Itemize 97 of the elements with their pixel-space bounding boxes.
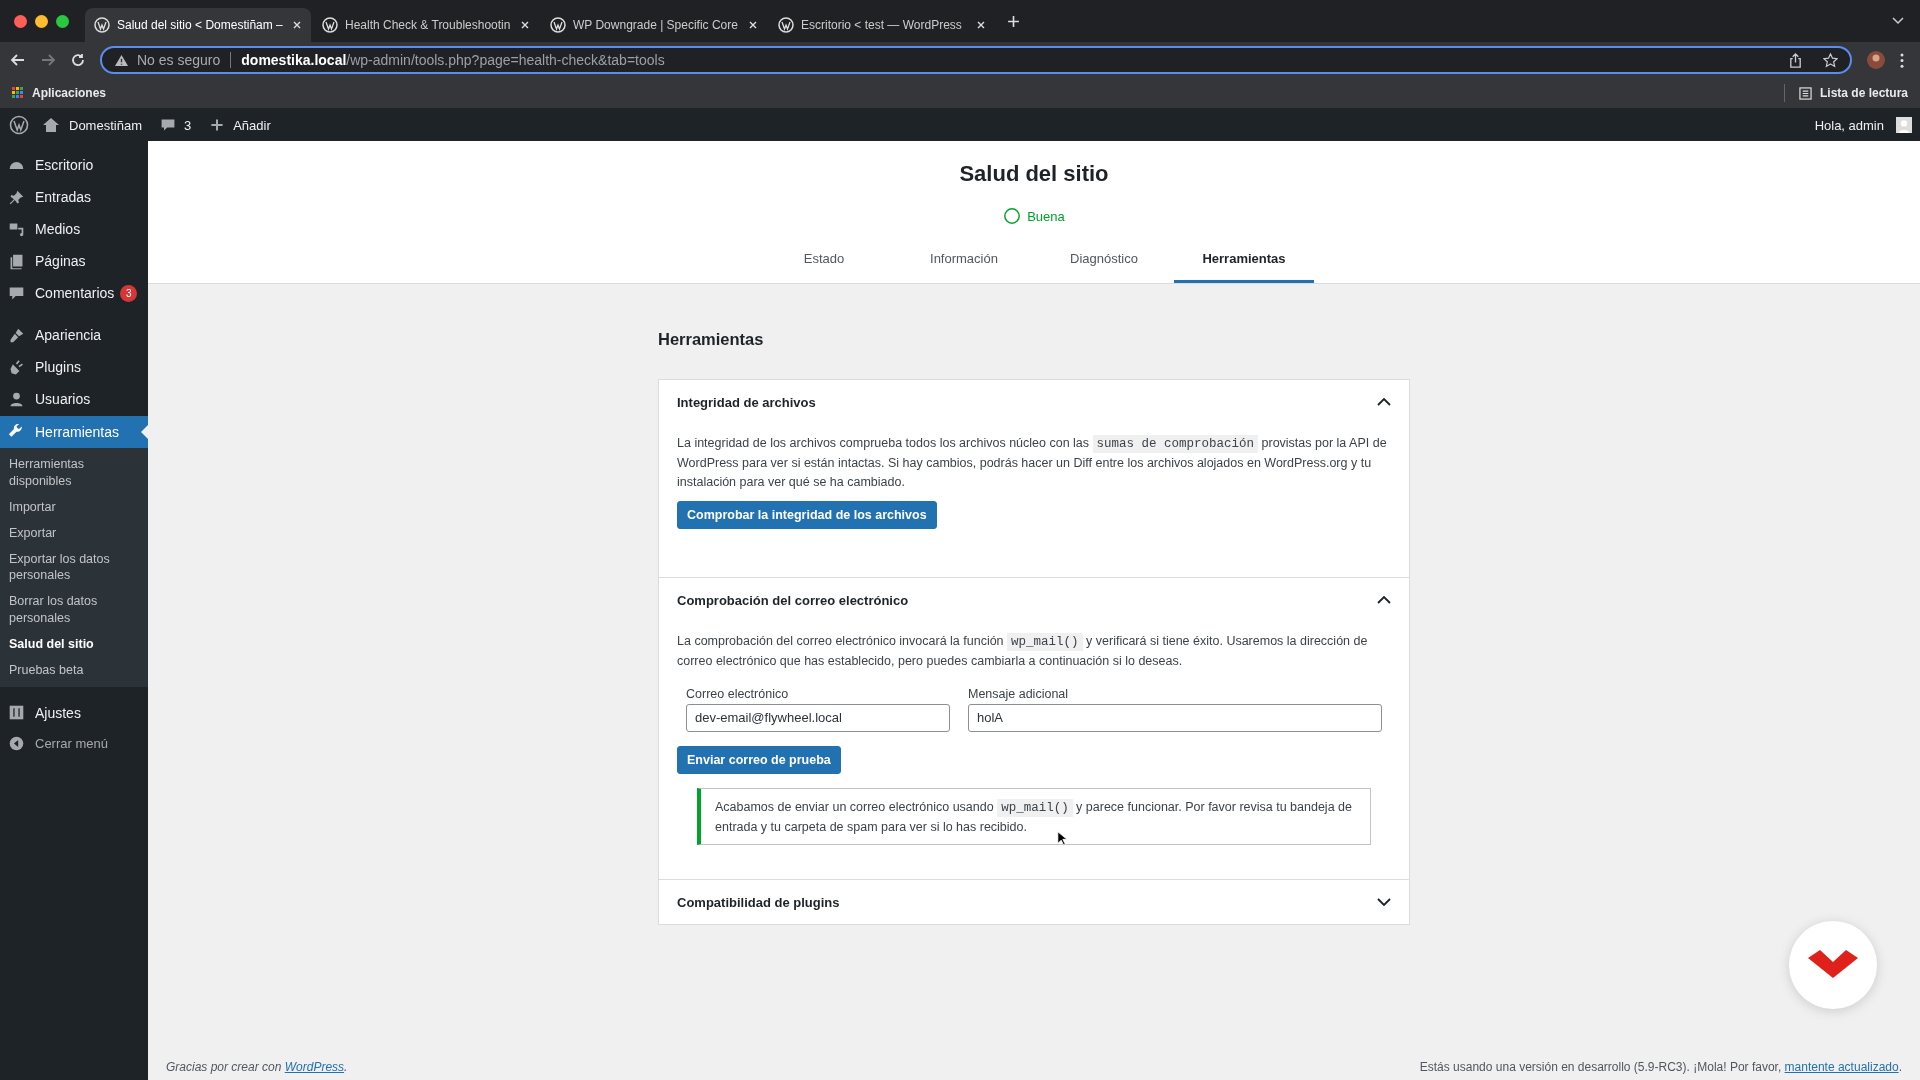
wordpress-logo-icon [778,17,794,33]
menu-item[interactable]: Comentarios 3 [0,277,148,309]
close-icon[interactable] [520,20,530,30]
input-field[interactable]: dev-email@flywheel.local [686,703,950,732]
menu-item[interactable]: Herramientas [0,416,148,448]
tab-title: WP Downgrade | Specific Core [573,18,739,32]
new-tab-icon[interactable] [1007,14,1020,28]
menu-item[interactable]: Usuarios [0,383,148,415]
tab-title: Escritorio < test — WordPress [801,18,963,32]
submenu-item[interactable]: Importar [0,498,148,516]
status-ring-icon [1003,207,1022,225]
close-icon[interactable] [748,20,758,30]
profile-avatar-icon[interactable] [1866,50,1886,70]
notice-text: Acabamos de enviar un correo electrónico usando wp_mail() y parece funcionar. Por favor revisa tu bandeja de entrada y tu carpeta de spam para ver si lo has recibido. [715,797,1353,836]
wordpress-logo-icon[interactable] [9,115,29,135]
collapse-icon [8,735,25,753]
current-page-pointer [141,425,148,439]
menu-item[interactable]: Medios [0,213,148,245]
menu-item[interactable]: Apariencia [0,319,148,351]
reading-list-icon [1798,86,1812,100]
greeting-link[interactable]: Hola, admin [1814,117,1884,133]
count-badge: 3 [120,284,138,302]
menu-item[interactable]: Ajustes [0,696,148,729]
tab-title: Salud del sitio < Domestiñam – [117,18,284,32]
accordion-header[interactable]: Compatibilidad de plugins [659,880,1409,925]
bookmark-link[interactable]: Aplicaciones [32,86,107,100]
submenu-item[interactable]: Exportar [0,524,148,542]
footer-text: Gracias por crear con WordPress. [166,1060,348,1074]
field-label: Correo electrónico [686,686,790,701]
submenu-item[interactable]: Salud del sitio [0,636,148,653]
home-icon [41,115,61,135]
plug-icon [8,358,25,376]
sliders-icon [8,704,25,722]
mouse-cursor-icon [1057,830,1067,846]
wordpress-logo-icon [94,17,110,33]
primary-button[interactable]: Comprobar la integridad de los archivos [677,501,937,530]
warning-icon [114,53,129,67]
close-icon[interactable] [292,20,302,30]
pages-icon [8,252,25,270]
site-name-link[interactable]: Domestiñam [69,117,142,133]
chevron-down-icon[interactable] [1892,17,1904,25]
section-title: Herramientas [658,330,765,349]
description-text: La comprobación del correo electrónico invocará la función wp_mail() y verificará si tiene éxito. Usaremos la dirección de correo electrónico que has establecido, pero puedes cambiarla a continuación si lo deseas. [677,632,1369,670]
chevron-up-icon [1377,398,1391,406]
new-content-link[interactable]: Añadir [233,117,271,133]
user-icon [8,390,25,408]
back-icon[interactable] [10,52,26,68]
menu-item[interactable]: Plugins [0,351,148,383]
accordion-header[interactable]: Integridad de archivos [659,380,1409,424]
brush-icon [8,326,25,344]
description-text: La integridad de los archivos comprueba todos los archivos núcleo con las sumas de comprobación provistas por la API de WordPress para ver si están intactas. Si hay cambios, podrás hacer un Diff entre los archivos alojados en WordPress.org y tu instalación para ver qué se ha cambiado. [677,434,1388,491]
star-icon[interactable] [1823,52,1838,68]
accordion-header[interactable]: Comprobación del correo electrónico [659,578,1409,623]
update-link[interactable]: mantente actualizado [1784,1060,1899,1074]
apps-grid-icon [12,87,24,99]
wordpress-logo-icon [322,17,338,33]
more-menu-icon[interactable] [1900,52,1904,68]
brand-logo-icon [1788,920,1878,1010]
version-text: Estás usando una versión en desarrollo (5.9-RC3). ¡Mola! Por favor, mantente actualizado. [1419,1060,1902,1074]
comment-icon [159,117,176,133]
tab[interactable]: Diagnóstico [1034,243,1174,283]
reading-list-button[interactable]: Lista de lectura [1819,86,1908,100]
tab-title: Health Check & Troubleshootin [345,18,512,32]
browser-tab[interactable]: Health Check & Troubleshootin [313,8,539,42]
field-label: Mensaje adicional [968,686,1070,701]
browser-tab[interactable]: Salud del sitio < Domestiñam – [85,8,311,42]
chevron-down-icon [1377,898,1391,907]
submenu-item[interactable]: Borrar los datos personales [0,593,148,627]
tab[interactable]: Herramientas [1174,243,1314,283]
security-warning: No es seguro [137,52,221,68]
pushpin-icon [8,188,25,206]
tab[interactable]: Estado [754,243,894,283]
menu-item[interactable]: Escritorio [0,149,148,181]
chevron-up-icon [1377,596,1391,605]
close-icon[interactable] [976,20,986,30]
tab[interactable]: Información [894,243,1034,283]
address-bar[interactable]: No es seguro domestika.local/wp-admin/tools.php?page=health-check&tab=tools [100,46,1852,74]
menu-item[interactable]: Entradas [0,181,148,213]
share-icon[interactable] [1788,52,1803,68]
input-field[interactable]: holA [968,703,1382,732]
submenu-item[interactable]: Exportar los datos personales [0,550,148,585]
browser-tab[interactable]: Escritorio < test — WordPress [769,8,995,42]
page-title: Salud del sitio [959,161,1109,187]
submenu-item[interactable]: Herramientas disponibles [0,456,148,490]
collapse-menu-button[interactable]: Cerrar menú [0,728,148,759]
reload-icon[interactable] [70,52,86,68]
user-avatar-icon [1896,117,1912,133]
wordpress-logo-icon [550,17,566,33]
plus-icon [209,117,226,133]
browser-tab[interactable]: WP Downgrade | Specific Core [541,8,767,42]
forward-icon[interactable] [40,52,56,68]
url-text: domestika.local/wp-admin/tools.php?page=health-check&tab=tools [241,52,665,68]
primary-button[interactable]: Enviar correo de prueba [677,745,841,774]
submenu-item[interactable]: Pruebas beta [0,661,148,679]
comment-count[interactable]: 3 [183,117,192,133]
status-label: Buena [1027,208,1065,224]
menu-item[interactable]: Páginas [0,245,148,277]
